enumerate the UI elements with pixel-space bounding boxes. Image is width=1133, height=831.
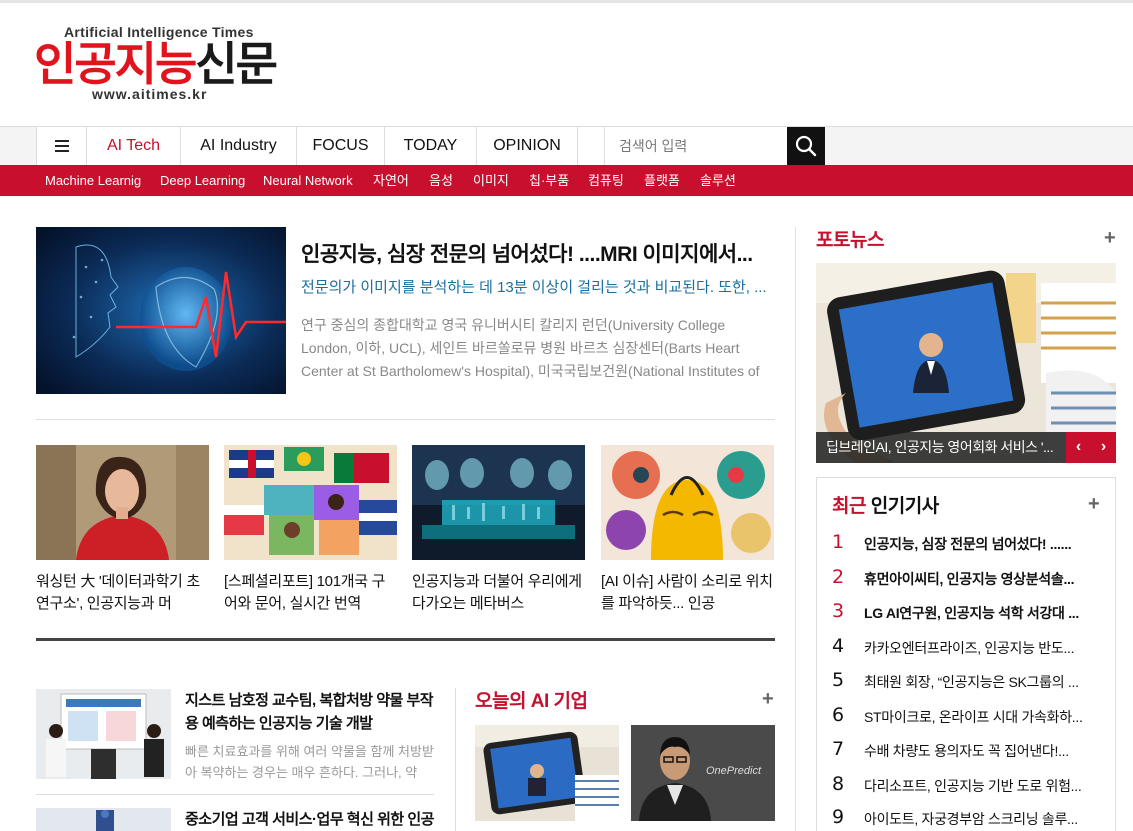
sub-nav: Machine Learnig Deep Learning Neural Net…: [0, 165, 1133, 196]
grid-card-image[interactable]: [412, 445, 585, 560]
main-nav: AI Tech AI Industry FOCUS TODAY OPINION: [0, 126, 1133, 165]
list-item[interactable]: 중소기업 고객 서비스·업무 혁신 위한 인공: [36, 808, 434, 831]
site-logo[interactable]: Artificial Intelligence Times 인공지능신문 www…: [34, 24, 304, 106]
list-item-image[interactable]: [36, 689, 171, 779]
photo-news-caption-bar: 딥브레인AI, 인공지능 영어회화 서비스 '... ‹ ›: [816, 432, 1116, 463]
logo-korean-text: 인공지능신문: [34, 37, 278, 91]
popular-title[interactable]: 아이도트, 자궁경부암 스크리닝 솔루...: [864, 809, 1098, 829]
popular-title[interactable]: ST마이크로, 온라이프 시대 가속화하...: [864, 707, 1098, 727]
subnav-platform[interactable]: 플랫폼: [644, 165, 680, 196]
grid-card-title[interactable]: 인공지능과 더불어 우리에게 다가오는 메타버스: [412, 571, 585, 615]
grid-card-image[interactable]: [36, 445, 209, 560]
popular-rank: 9: [832, 806, 845, 828]
list-item-summary: 빠른 치료효과를 위해 여러 약물을 함께 처방받아 복약하는 경우는 매우 흔…: [185, 744, 434, 780]
grid-card[interactable]: [스페셜리포트] 101개국 구어와 문어, 실시간 번역: [224, 445, 397, 615]
section-divider: [36, 638, 775, 641]
subnav-natural-language[interactable]: 자연어: [373, 165, 409, 196]
subnav-image[interactable]: 이미지: [473, 165, 509, 196]
photo-news-caption[interactable]: 딥브레인AI, 인공지능 영어회화 서비스 '...: [826, 432, 1061, 463]
popular-item[interactable]: 9 아이도트, 자궁경부암 스크리닝 솔루...: [832, 806, 1102, 831]
search-button[interactable]: [787, 127, 825, 165]
chevron-right-icon: ›: [1100, 438, 1107, 455]
popular-title[interactable]: 다리소프트, 인공지능 기반 도로 위험...: [864, 776, 1098, 796]
oneprodict-logo-text: OnePredict: [706, 765, 762, 777]
column-divider: [455, 688, 456, 831]
popular-articles-heading[interactable]: 최근 인기기사: [832, 491, 939, 518]
popular-item[interactable]: 8 다리소프트, 인공지능 기반 도로 위험...: [832, 773, 1102, 799]
grid-card[interactable]: 인공지능과 더불어 우리에게 다가오는 메타버스: [412, 445, 585, 615]
lead-article-summary: 연구 중심의 종합대학교 영국 유니버시티 칼리지 런던(University …: [301, 317, 760, 379]
logo-url-text: www.aitimes.kr: [92, 86, 208, 102]
subnav-neural-network[interactable]: Neural Network: [263, 165, 353, 196]
popular-title[interactable]: 최태원 회장, “인공지능은 SK그룹의 ...: [864, 672, 1098, 692]
popular-title[interactable]: LG AI연구원, 인공지능 석학 서강대 ...: [864, 603, 1098, 623]
popular-title[interactable]: 인공지능, 심장 전문의 넘어섰다! ......: [864, 534, 1098, 554]
popular-title[interactable]: 휴먼아이씨티, 인공지능 영상분석솔...: [864, 569, 1098, 589]
today-company-image[interactable]: OnePredict: [631, 725, 775, 821]
today-company-image[interactable]: [475, 725, 619, 821]
today-ai-company-heading[interactable]: 오늘의 AI 기업: [475, 686, 588, 713]
subnav-machine-learning[interactable]: Machine Learnig: [45, 165, 141, 196]
plus-icon[interactable]: +: [1104, 227, 1116, 250]
popular-item[interactable]: 7 수배 차량도 용의자도 꼭 집어낸다!...: [832, 738, 1102, 764]
next-arrow-button[interactable]: ›: [1091, 432, 1116, 463]
divider: [36, 419, 775, 420]
popular-rank: 7: [832, 738, 845, 760]
chevron-left-icon: ‹: [1075, 438, 1082, 455]
photo-news-slider[interactable]: 딥브레인AI, 인공지능 영어회화 서비스 '... ‹ ›: [816, 263, 1116, 463]
list-item-image[interactable]: [36, 808, 171, 831]
grid-card-image[interactable]: [601, 445, 774, 560]
lead-article-title[interactable]: 인공지능, 심장 전문의 넘어섰다! ....MRI 이미지에서...: [301, 238, 774, 268]
subnav-computing[interactable]: 컴퓨팅: [588, 165, 624, 196]
popular-item[interactable]: 3 LG AI연구원, 인공지능 석학 서강대 ...: [832, 600, 1102, 626]
popular-item[interactable]: 6 ST마이크로, 온라이프 시대 가속화하...: [832, 704, 1102, 730]
popular-rank: 5: [832, 669, 845, 691]
lead-article-image[interactable]: [36, 227, 286, 394]
grid-card-title[interactable]: 워싱턴 大 '데이터과학기 초연구소', 인공지능과 머: [36, 571, 209, 615]
photo-news-heading[interactable]: 포토뉴스: [816, 225, 884, 252]
popular-item[interactable]: 4 카카오엔터프라이즈, 인공지능 반도...: [832, 635, 1102, 661]
plus-icon[interactable]: +: [1088, 493, 1100, 516]
popular-item[interactable]: 1 인공지능, 심장 전문의 넘어섰다! ......: [832, 531, 1102, 557]
nav-item-focus[interactable]: FOCUS: [296, 127, 384, 165]
nav-item-ai-industry[interactable]: AI Industry: [180, 127, 296, 165]
popular-item[interactable]: 5 최태원 회장, “인공지능은 SK그룹의 ...: [832, 669, 1102, 695]
grid-card[interactable]: 워싱턴 大 '데이터과학기 초연구소', 인공지능과 머: [36, 445, 209, 615]
popular-title[interactable]: 수배 차량도 용의자도 꼭 집어낸다!...: [864, 741, 1098, 761]
popular-rank: 4: [832, 635, 845, 657]
subnav-solution[interactable]: 솔루션: [700, 165, 736, 196]
column-divider: [795, 227, 796, 831]
search-box: [604, 127, 825, 165]
popular-title[interactable]: 카카오엔터프라이즈, 인공지능 반도...: [864, 638, 1098, 658]
lead-article-subtitle[interactable]: 전문의가 이미지를 분석하는 데 13분 이상이 걸리는 것과 비교된다. 또한…: [301, 276, 774, 297]
popular-rank: 8: [832, 773, 845, 795]
search-input[interactable]: [605, 127, 787, 165]
grid-card-title[interactable]: [스페셜리포트] 101개국 구어와 문어, 실시간 번역: [224, 571, 397, 615]
hamburger-menu-button[interactable]: [36, 127, 86, 165]
nav-item-opinion[interactable]: OPINION: [476, 127, 577, 165]
popular-rank: 2: [832, 566, 845, 588]
grid-card[interactable]: [AI 이슈] 사람이 소리로 위치를 파악하듯... 인공: [601, 445, 774, 615]
popular-articles-box: 최근 인기기사 + 1 인공지능, 심장 전문의 넘어섰다! ...... 2 휴먼…: [816, 477, 1116, 831]
subnav-chip-parts[interactable]: 칩·부품: [529, 165, 569, 196]
grid-card-image[interactable]: [224, 445, 397, 560]
subnav-deep-learning[interactable]: Deep Learning: [160, 165, 245, 196]
nav-item-today[interactable]: TODAY: [384, 127, 476, 165]
popular-item[interactable]: 2 휴먼아이씨티, 인공지능 영상분석솔...: [832, 566, 1102, 592]
divider: [36, 794, 434, 795]
subnav-speech[interactable]: 음성: [429, 165, 453, 196]
prev-arrow-button[interactable]: ‹: [1066, 432, 1091, 463]
nav-spacer: [577, 127, 604, 165]
search-icon: [795, 135, 817, 157]
grid-card-title[interactable]: [AI 이슈] 사람이 소리로 위치를 파악하듯... 인공: [601, 571, 774, 615]
popular-rank: 3: [832, 600, 845, 622]
list-item-title[interactable]: 지스트 남호정 교수팀, 복합처방 약물 부작용 예측하는 인공지능 기술 개발: [185, 689, 435, 735]
plus-icon[interactable]: +: [762, 688, 774, 711]
list-item-title[interactable]: 중소기업 고객 서비스·업무 혁신 위한 인공: [185, 808, 435, 831]
top-border: [0, 0, 1133, 3]
popular-rank: 6: [832, 704, 845, 726]
nav-item-ai-tech[interactable]: AI Tech: [86, 127, 180, 165]
list-item[interactable]: 지스트 남호정 교수팀, 복합처방 약물 부작용 예측하는 인공지능 기술 개발…: [36, 689, 434, 789]
popular-rank: 1: [832, 531, 845, 553]
